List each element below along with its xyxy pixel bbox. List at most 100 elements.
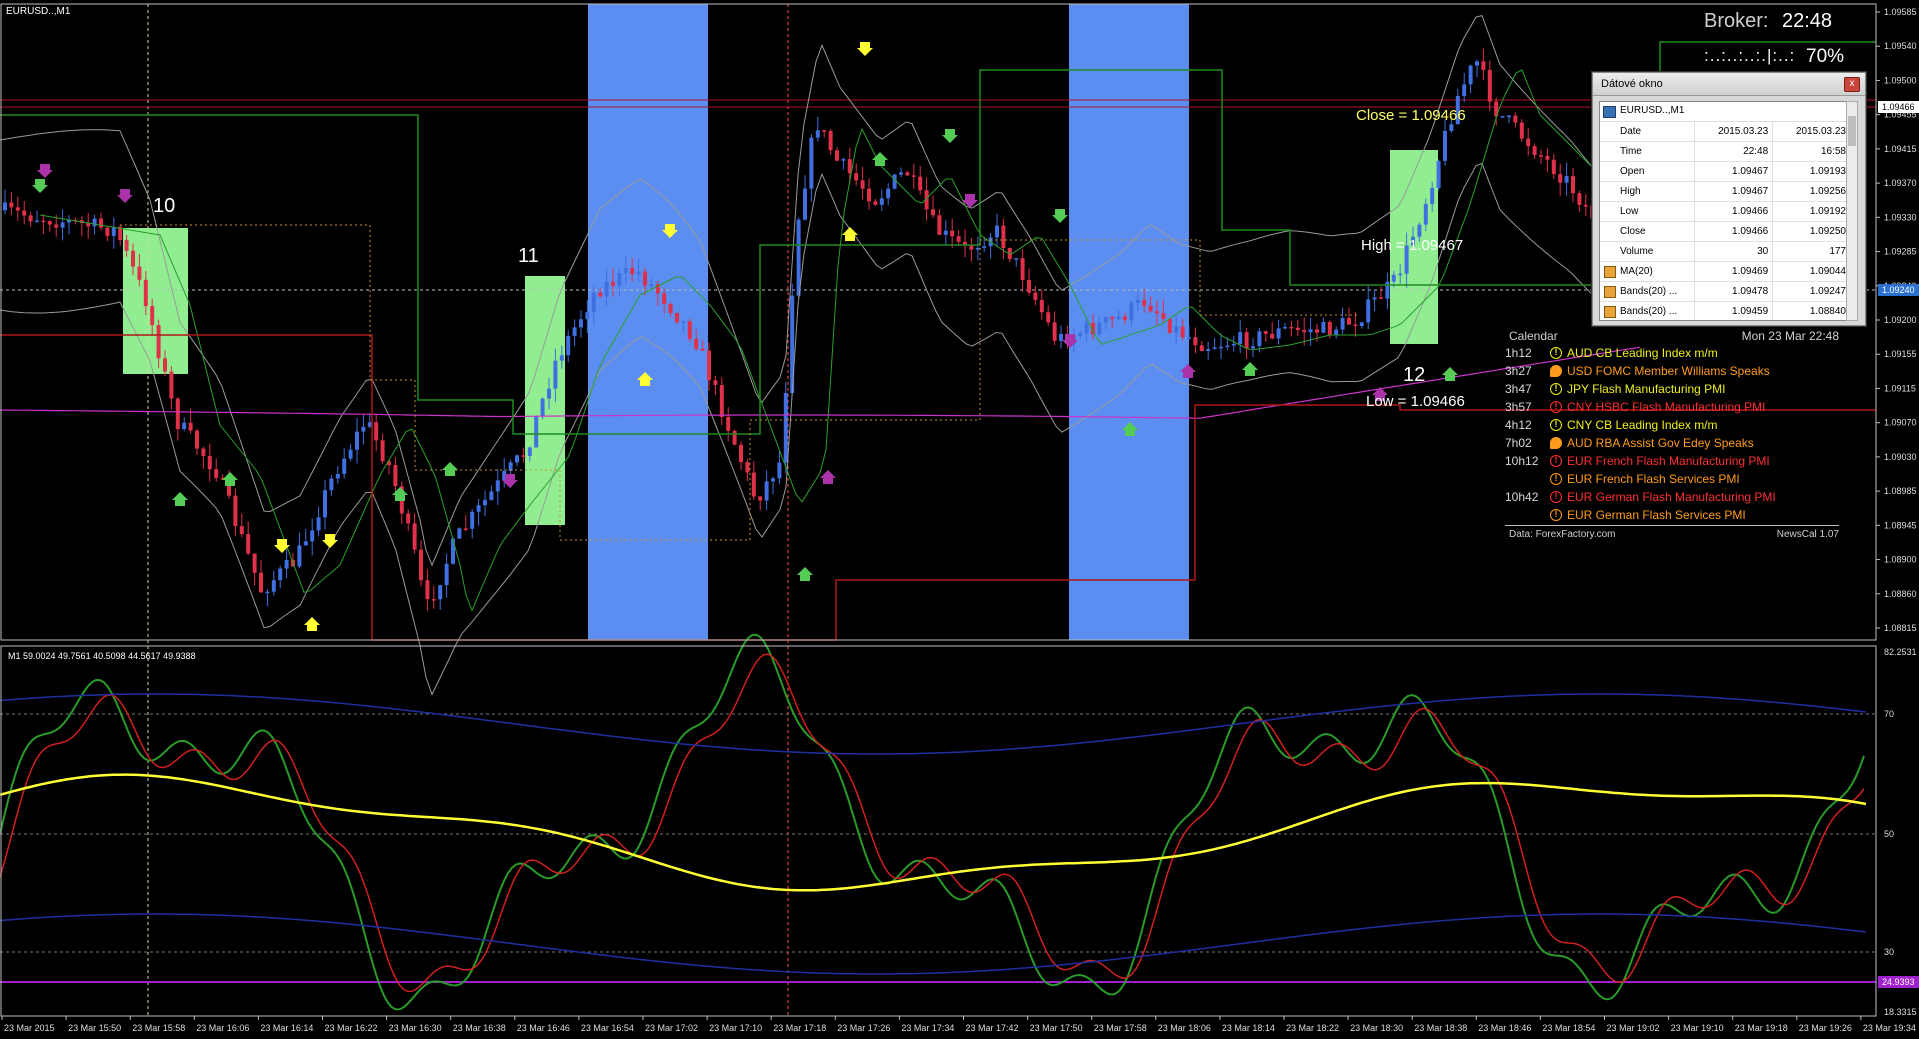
candle-body xyxy=(137,266,142,280)
candle-body xyxy=(1001,225,1006,249)
data-window-row: Low 1.09466 1.09192 xyxy=(1600,201,1850,222)
candle-body xyxy=(630,267,635,275)
price-axis-label: 1.08815 xyxy=(1884,623,1917,633)
calendar-event-time: 3h57 xyxy=(1505,400,1532,414)
time-axis-label: 23 Mar 18:14 xyxy=(1222,1023,1275,1033)
candle-body xyxy=(521,455,526,457)
indicator-icon xyxy=(1604,306,1616,318)
data-window-symbol-row[interactable]: EURUSD..,M1 xyxy=(1600,102,1850,122)
data-window-row-name: MA(20) xyxy=(1600,261,1695,282)
oscillator-axis-label: 30 xyxy=(1884,947,1894,957)
calendar-date: Mon 23 Mar 22:48 xyxy=(1741,329,1839,343)
candle-body xyxy=(1519,122,1524,139)
oscillator-lower-band xyxy=(0,913,1867,975)
data-window-row-name: Volume xyxy=(1600,241,1695,262)
candle-body xyxy=(1238,332,1243,344)
arrow-down-icon xyxy=(32,179,48,193)
candle-body xyxy=(1219,346,1223,349)
data-window-row-name: High xyxy=(1600,181,1695,202)
candle-body xyxy=(335,473,340,479)
price-axis-label: 1.09200 xyxy=(1884,315,1917,325)
candle-body xyxy=(566,335,571,356)
candle-body xyxy=(1500,115,1505,118)
candle-body xyxy=(1571,176,1575,194)
oscillator-header: M1 59.0024 49.7561 40.5098 44.5617 49.93… xyxy=(8,651,196,661)
candle-body xyxy=(60,222,65,228)
data-window-value-current: 1.09467 xyxy=(1694,161,1773,182)
candle-body xyxy=(636,271,641,275)
candle-body xyxy=(745,462,750,473)
candle-body xyxy=(822,130,827,132)
candle-body xyxy=(1359,322,1364,327)
time-axis-label: 23 Mar 16:54 xyxy=(581,1023,634,1033)
signal-number-12: 12 xyxy=(1403,364,1426,386)
data-window-scrollbar[interactable] xyxy=(1846,101,1858,321)
candle-body xyxy=(950,230,955,237)
data-window-row: High 1.09467 1.09256 xyxy=(1600,181,1850,202)
row-label: Bands(20) ... xyxy=(1620,286,1678,297)
candle-body xyxy=(860,180,865,189)
data-window-panel[interactable]: Dátové okno x EURUSD..,M1 Date 2015.03.23… xyxy=(1592,72,1866,326)
candle-body xyxy=(995,225,999,238)
row-label: Low xyxy=(1620,206,1639,217)
candle-body xyxy=(1327,321,1332,335)
candle-body xyxy=(1385,281,1390,299)
candle-body xyxy=(1039,299,1044,313)
data-window-value-cursor: 16:58 xyxy=(1772,141,1850,162)
candle-body xyxy=(1462,84,1467,97)
calendar-event-time: 10h42 xyxy=(1505,490,1539,504)
candle-body xyxy=(815,130,820,138)
arrow-down-icon xyxy=(857,42,873,56)
price-axis-label: 1.09540 xyxy=(1884,41,1917,51)
candle-body xyxy=(527,447,532,456)
candle-body xyxy=(451,538,455,564)
candle-body xyxy=(841,159,846,161)
info-icon: ! xyxy=(1550,401,1562,413)
candle-body xyxy=(905,172,910,176)
candle-body xyxy=(35,220,39,223)
indicator-icon xyxy=(1604,286,1616,298)
data-window-titlebar[interactable]: Dátové okno x xyxy=(1593,73,1865,96)
candle-body xyxy=(1372,297,1377,300)
candle-body xyxy=(1334,329,1339,335)
candle-body xyxy=(911,175,916,177)
signal-box xyxy=(525,276,565,525)
arrow-up-icon xyxy=(797,567,813,581)
calendar-event-title: EUR French Flash Manufacturing PMI xyxy=(1567,454,1770,468)
row-label: Bands(20) ... xyxy=(1620,306,1678,317)
candle-body xyxy=(956,236,961,242)
candle-body xyxy=(374,422,379,441)
low-annotation: Low = 1.09466 xyxy=(1366,393,1465,410)
time-axis-label: 23 Mar 16:14 xyxy=(260,1023,313,1033)
price-axis-label: 1.09585 xyxy=(1884,7,1917,17)
scrollbar-thumb[interactable] xyxy=(1848,116,1856,146)
candle-body xyxy=(886,188,891,199)
candle-body xyxy=(1398,273,1403,276)
time-axis-label: 23 Mar 17:26 xyxy=(837,1023,890,1033)
close-icon[interactable]: x xyxy=(1844,77,1860,92)
candle-body xyxy=(918,176,923,191)
calendar-header: Calendar xyxy=(1509,329,1558,343)
data-window-value-current: 1.09467 xyxy=(1694,181,1773,202)
info-icon: ! xyxy=(1550,347,1562,359)
candle-body xyxy=(1283,326,1287,329)
candle-body xyxy=(1206,348,1211,352)
candle-body xyxy=(604,281,609,297)
candle-body xyxy=(329,478,334,491)
candle-body xyxy=(1027,279,1031,293)
candle-body xyxy=(662,293,667,304)
candle-body xyxy=(585,311,590,320)
arrow-down-icon xyxy=(37,164,53,178)
data-window-row: Bands(20) ... 1.09478 1.09247 xyxy=(1600,281,1850,302)
price-axis-label: 1.09070 xyxy=(1884,418,1917,428)
price-axis-label: 1.08985 xyxy=(1884,486,1917,496)
broker-label: Broker: xyxy=(1704,10,1769,32)
candle-body xyxy=(1180,326,1185,338)
arrow-up-icon xyxy=(1242,362,1258,376)
candle-body xyxy=(681,321,686,323)
time-axis-label: 23 Mar 19:18 xyxy=(1735,1023,1788,1033)
candle-body xyxy=(1193,337,1198,346)
candle-body xyxy=(99,218,103,228)
time-axis-label: 23 Mar 16:46 xyxy=(517,1023,570,1033)
data-window-row-name: Time xyxy=(1600,141,1695,162)
